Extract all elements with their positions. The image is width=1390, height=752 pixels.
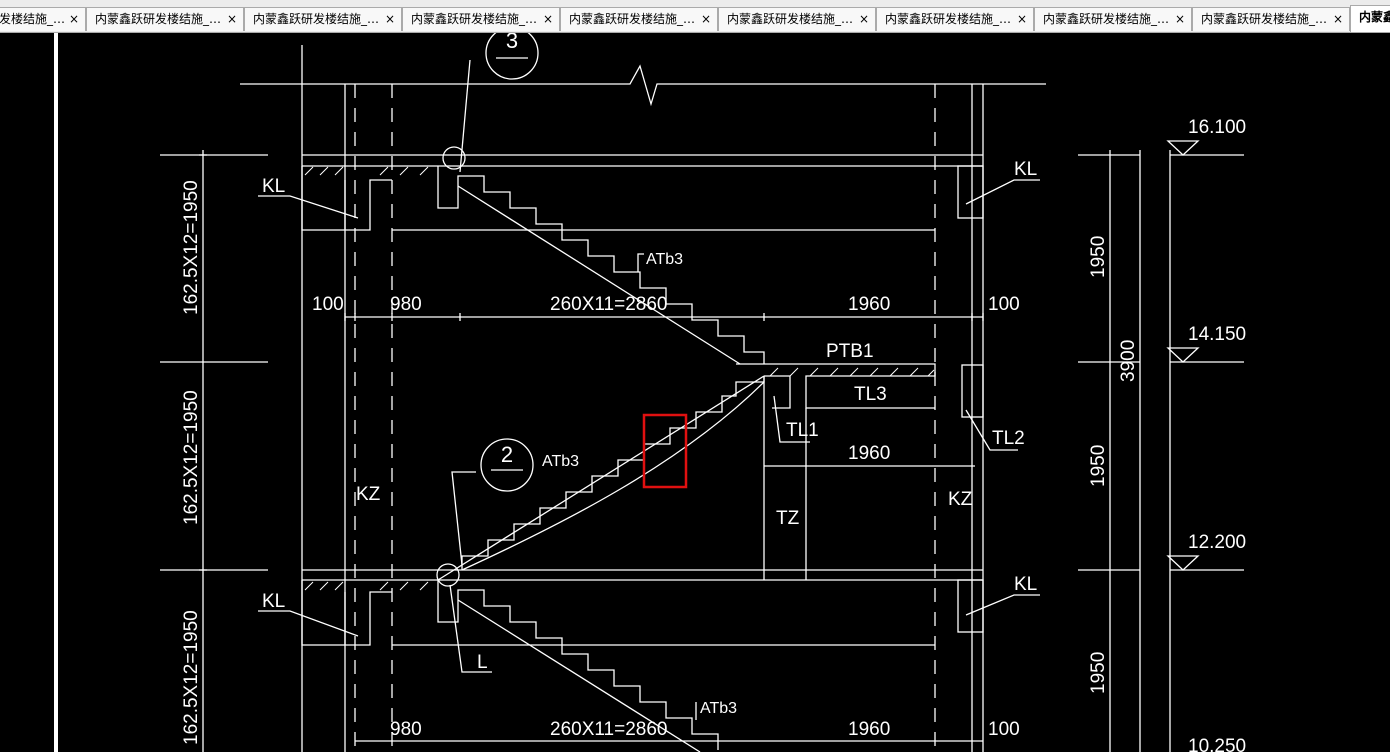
label-tl3: TL3	[854, 384, 887, 405]
tab-close-icon[interactable]: ×	[1175, 8, 1185, 30]
section-number-3: 3	[506, 33, 518, 53]
label-kl: KL	[262, 176, 285, 197]
break-line	[240, 64, 1046, 107]
dim-flight-height: 162.5X12=1950	[181, 610, 202, 745]
label-kz: KZ	[948, 489, 973, 510]
label-kl: KL	[1014, 574, 1037, 595]
dim-stair-run: 260X11=2860	[550, 294, 667, 315]
document-tab[interactable]: 发楼结施_… ×	[0, 7, 86, 31]
document-tab[interactable]: 内蒙鑫跃研发楼结施_… ×	[876, 7, 1034, 31]
elevation-label: 14.150	[1188, 324, 1246, 345]
section-number-2: 2	[501, 442, 513, 467]
dim-flight-height: 162.5X12=1950	[181, 390, 202, 525]
dim-1960: 1960	[848, 719, 890, 740]
document-tab[interactable]: 内蒙鑫跃研发楼结施_… ×	[560, 7, 718, 31]
label-atb3: ATb3	[700, 700, 737, 717]
elevation-label: 10.250	[1188, 736, 1246, 752]
tab-close-icon[interactable]: ×	[859, 8, 869, 30]
dim-3900: 3900	[1118, 340, 1139, 382]
document-tab[interactable]: 内蒙鑫跃研发楼结施_… ×	[718, 7, 876, 31]
label-kl: KL	[1014, 159, 1037, 180]
dim-1950: 1950	[1088, 652, 1109, 694]
document-tab[interactable]: 内蒙鑫跃研发楼结施_… ×	[402, 7, 560, 31]
dim-100: 100	[988, 294, 1020, 315]
document-tab[interactable]: 内蒙鑫跃研发楼结施_… ×	[86, 7, 244, 31]
label-tl1: TL1	[786, 420, 819, 441]
elevation-marker	[1166, 140, 1200, 156]
tab-close-icon[interactable]: ×	[1333, 8, 1343, 30]
tab-close-icon[interactable]: ×	[1017, 8, 1027, 30]
dim-stair-run: 260X11=2860	[550, 719, 667, 740]
tab-close-icon[interactable]: ×	[701, 8, 711, 30]
landing-beam-tl1	[764, 375, 791, 409]
elevation-label: 12.200	[1188, 532, 1246, 553]
dim-flight-height: 162.5X12=1950	[181, 180, 202, 315]
tab-label: 内蒙鑫跃研发楼结施_…	[1043, 12, 1170, 26]
drawing-canvas[interactable]: 3 2 KL KL KL KL KZ KZ ATb3 ATb3 ATb3 PTB…	[0, 33, 1390, 752]
tab-label: 内蒙鑫跃研发楼结施_…	[1201, 12, 1328, 26]
tab-label: 发楼结施_…	[0, 12, 66, 26]
beam-kl-top	[957, 165, 984, 219]
label-l: L	[477, 652, 488, 673]
tab-label: 内蒙鑫跃研发楼结施_…	[253, 12, 380, 26]
elevation-marker	[1166, 347, 1200, 363]
tab-label: 内蒙鑫	[1359, 10, 1390, 24]
label-tz: TZ	[776, 508, 800, 529]
dim-1950: 1950	[1088, 445, 1109, 487]
tab-close-icon[interactable]: ×	[69, 8, 79, 30]
document-tab[interactable]: 内蒙鑫跃研发楼结施_… ×	[244, 7, 402, 31]
elevation-marker	[1166, 555, 1200, 571]
label-tl2: TL2	[992, 428, 1025, 449]
document-tab[interactable]: 内蒙鑫跃研发楼结施_… ×	[1192, 7, 1350, 31]
tab-label: 内蒙鑫跃研发楼结施_…	[95, 12, 222, 26]
document-tab[interactable]: 内蒙鑫跃研发楼结施_… ×	[1034, 7, 1192, 31]
tab-label: 内蒙鑫跃研发楼结施_…	[727, 12, 854, 26]
upper-flight-steps	[437, 166, 765, 364]
dim-1960: 1960	[848, 294, 890, 315]
beam-kl-bottom	[957, 579, 984, 633]
tab-label: 内蒙鑫跃研发楼结施_…	[885, 12, 1012, 26]
label-atb3: ATb3	[542, 453, 579, 470]
tab-label: 内蒙鑫跃研发楼结施_…	[569, 12, 696, 26]
label-ptb1: PTB1	[826, 341, 874, 362]
label-atb3: ATb3	[646, 251, 683, 268]
tab-close-icon[interactable]: ×	[227, 8, 237, 30]
dim-1950: 1950	[1088, 236, 1109, 278]
document-tab[interactable]: 内蒙鑫	[1350, 5, 1390, 32]
tab-label: 内蒙鑫跃研发楼结施_…	[411, 12, 538, 26]
label-kl: KL	[262, 591, 285, 612]
stair-section-drawing: 3 2 KL KL KL KL KZ KZ ATb3 ATb3 ATb3 PTB…	[54, 33, 1246, 752]
label-kz: KZ	[356, 484, 381, 505]
dim-1960: 1960	[848, 443, 890, 464]
tab-close-icon[interactable]: ×	[543, 8, 553, 30]
elevation-label: 16.100	[1188, 117, 1246, 138]
tab-bar: 发楼结施_… × 内蒙鑫跃研发楼结施_… × 内蒙鑫跃研发楼结施_… × 内蒙鑫跃研发楼结施…	[0, 0, 1390, 33]
dim-100: 100	[988, 719, 1020, 740]
tab-close-icon[interactable]: ×	[385, 8, 395, 30]
dim-980: 980	[390, 719, 422, 740]
dim-100: 100	[312, 294, 344, 315]
dim-980: 980	[390, 294, 422, 315]
